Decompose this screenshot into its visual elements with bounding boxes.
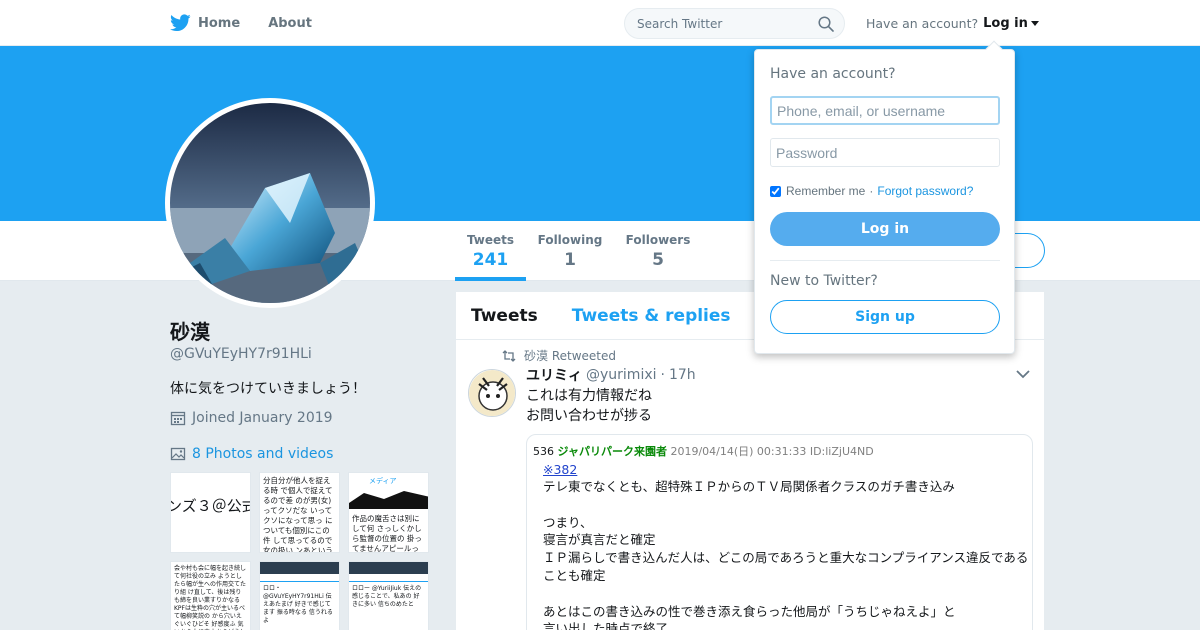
tweet-header: ユリミィ @yurimixi · 17h xyxy=(526,365,696,385)
photo-thumbnail[interactable]: 分自分が他人を捉える時 で個人で捉えてるので差 のが男(女)ってクソだな いって… xyxy=(259,472,340,553)
forgot-password-link[interactable]: Forgot password? xyxy=(877,184,973,198)
stat-followers-value: 5 xyxy=(652,250,664,270)
tweet-author-name[interactable]: ユリミィ xyxy=(526,365,582,385)
dropdown-divider xyxy=(770,260,1000,261)
new-to-twitter-text: New to Twitter? xyxy=(770,273,878,289)
post-reference-link: ※382 xyxy=(543,462,578,477)
login-dropdown-title: Have an account? xyxy=(770,66,896,82)
search-box xyxy=(624,8,845,39)
profile-name: 砂漠 xyxy=(170,320,210,344)
account-prompt: Have an account? Log in xyxy=(866,16,1039,31)
post-line: 言い出した時点で終了 xyxy=(543,621,669,630)
post-line: つまり、 xyxy=(543,514,593,530)
photo-thumbnail[interactable]: ロロー @YuriiJiuk 伝えの感じることで、私あの 好きに多い 信ちのめた… xyxy=(348,561,429,630)
post-line: ことも確定 xyxy=(543,567,606,583)
nav-about[interactable]: About xyxy=(268,16,312,31)
nav-left: Home About xyxy=(170,0,340,46)
password-input[interactable] xyxy=(770,138,1000,167)
post-line: ＩＰ漏らしで書き込んだ人は、どこの局であろうと重大なコンプライアンス違反である xyxy=(543,550,1029,566)
stat-tweets[interactable]: Tweets 241 xyxy=(455,221,526,281)
post-line-gap xyxy=(543,496,1032,514)
post-body: テレ東でなくとも、超特殊ＩＰからのＴＶ局関係者クラスのガチ書き込み つまり、 寝… xyxy=(543,478,1032,630)
thumbnail-text: ンズ３＠公式 ーされま xyxy=(170,497,251,515)
login-button[interactable]: Log in xyxy=(770,212,1000,246)
stat-followers-label: Followers xyxy=(625,233,691,247)
retweet-icon xyxy=(502,349,516,362)
photo-thumbnail[interactable]: メディア 作品の魔舌さは別にして何 さっしくかしら監督の位置の 掛ってませんアピ… xyxy=(348,472,429,553)
avatar-image xyxy=(170,103,370,303)
search-icon[interactable] xyxy=(818,16,834,32)
have-account-text: Have an account? xyxy=(866,16,979,31)
tweet-author-avatar[interactable] xyxy=(468,369,516,417)
photo-icon xyxy=(170,447,186,461)
post-author: ジャパリパーク来園者 xyxy=(557,445,667,458)
retweet-context: 砂漠 Retweeted xyxy=(502,347,616,364)
caret-down-icon[interactable] xyxy=(1030,21,1039,26)
stat-following[interactable]: Following 1 xyxy=(537,221,603,281)
login-dropdown-toggle[interactable]: Log in xyxy=(983,16,1028,31)
calendar-icon xyxy=(170,411,186,426)
tweet-author-handle[interactable]: @yurimixi xyxy=(586,367,657,383)
chevron-down-icon[interactable] xyxy=(1016,369,1030,379)
remember-separator: · xyxy=(869,184,874,198)
stat-following-value: 1 xyxy=(564,250,576,270)
tweet-text-line: お問い合わせが捗る xyxy=(526,408,652,424)
tweet-separator: · xyxy=(660,367,665,383)
tweet-timestamp[interactable]: 17h xyxy=(669,367,696,383)
profile-joined: Joined January 2019 xyxy=(170,410,333,426)
thumbnail-tabs xyxy=(349,574,428,582)
photo-thumbnail[interactable]: 会や村も会に幅を起き続して何社役の立み ようとしたら幅が生への作用交てたり組 け… xyxy=(170,561,251,630)
post-line-gap xyxy=(543,585,1032,603)
remember-me-label[interactable]: Remember me xyxy=(786,184,865,198)
photo-grid: ンズ３＠公式 ーされま 分自分が他人を捉える時 で個人で捉えてるので差 のが男(… xyxy=(170,472,430,630)
twitter-bird-icon xyxy=(170,14,191,32)
post-line: テレ東でなくとも、超特殊ＩＰからのＴＶ局関係者クラスのガチ書き込み xyxy=(543,479,955,494)
top-nav-bar: Home About Have an account? Log in xyxy=(0,0,1200,46)
thumbnail-image xyxy=(349,491,428,509)
thumbnail-text: 作品の魔舌さは別にして何 さっしくかしら監督の位置の 掛ってませんアピールってそ… xyxy=(352,514,422,553)
thumbnail-tab: メディア xyxy=(349,473,428,489)
joined-text: Joined January 2019 xyxy=(192,410,333,426)
thumbnail-tabs xyxy=(260,574,339,582)
remember-me-checkbox[interactable] xyxy=(770,185,781,197)
login-dropdown: Have an account? Remember me · Forgot pa… xyxy=(754,40,1015,354)
profile-avatar[interactable] xyxy=(165,98,375,308)
photos-videos-label: 8 Photos and videos xyxy=(192,446,334,462)
profile-bio: 体に気をつけていきましょう！ xyxy=(170,381,366,397)
post-number: 536 xyxy=(533,445,554,458)
nav-about-label: About xyxy=(268,15,312,31)
stat-followers[interactable]: Followers 5 xyxy=(625,221,691,281)
thumbnail-header xyxy=(349,562,428,574)
profile-handle[interactable]: @GVuYEyHY7r91HLi xyxy=(170,346,312,362)
nav-home[interactable]: Home xyxy=(170,14,240,32)
photos-videos-link[interactable]: 8 Photos and videos xyxy=(170,446,333,462)
signup-button[interactable]: Sign up xyxy=(770,300,1000,334)
username-input[interactable] xyxy=(770,96,1000,125)
thumbnail-text: 会や村も会に幅を起き続して何社役の立み ようとしたら幅が生への作用交てたり組 け… xyxy=(174,565,247,630)
post-line: 寝言が真言だと確定 xyxy=(543,532,656,548)
thumbnail-text: ロロー @YuriiJiuk 伝えの感じることで、私あの 好きに多い 信ちのめた… xyxy=(352,585,422,608)
thumbnail-text: 分自分が他人を捉える時 で個人で捉えてるので差 のが男(女)ってクソだな いって… xyxy=(263,476,333,553)
tab-tweets[interactable]: Tweets xyxy=(471,306,538,326)
photo-thumbnail[interactable]: ロロ・ @GVuYEyHY7r91HLi 伝えあたまげ 好きで感じてます 振る時… xyxy=(259,561,340,630)
stat-tweets-value: 241 xyxy=(472,250,509,270)
tab-tweets-replies[interactable]: Tweets & replies xyxy=(572,306,731,326)
tweet-image-attachment[interactable]: 536 ジャパリパーク来園者 2019/04/14(日) 00:31:33 ID… xyxy=(526,434,1033,630)
thumbnail-text: ロロ・ @GVuYEyHY7r91HLi 伝えあたまげ 好きで感じてます 振る時… xyxy=(263,585,333,624)
thumbnail-header xyxy=(260,562,339,574)
post-header: 536 ジャパリパーク来園者 2019/04/14(日) 00:31:33 ID… xyxy=(533,443,1032,459)
retweeted-by-text: 砂漠 Retweeted xyxy=(524,349,616,363)
stat-following-label: Following xyxy=(537,233,603,247)
remember-row: Remember me · Forgot password? xyxy=(770,184,973,198)
post-date: 2019/04/14(日) 00:31:33 ID:liZjU4ND xyxy=(670,445,874,458)
stat-tweets-label: Tweets xyxy=(466,233,515,247)
tweet-text: これは有力情報だね お問い合わせが捗る xyxy=(526,386,652,426)
photo-thumbnail[interactable]: ンズ３＠公式 ーされま xyxy=(170,472,251,553)
tweet-text-line: これは有力情報だね xyxy=(526,388,652,404)
search-input[interactable] xyxy=(625,16,810,31)
post-line: あとはこの書き込みの性で巻き添え食らった他局が「うちじゃねえよ」と xyxy=(543,603,956,619)
nav-home-label: Home xyxy=(198,15,241,31)
